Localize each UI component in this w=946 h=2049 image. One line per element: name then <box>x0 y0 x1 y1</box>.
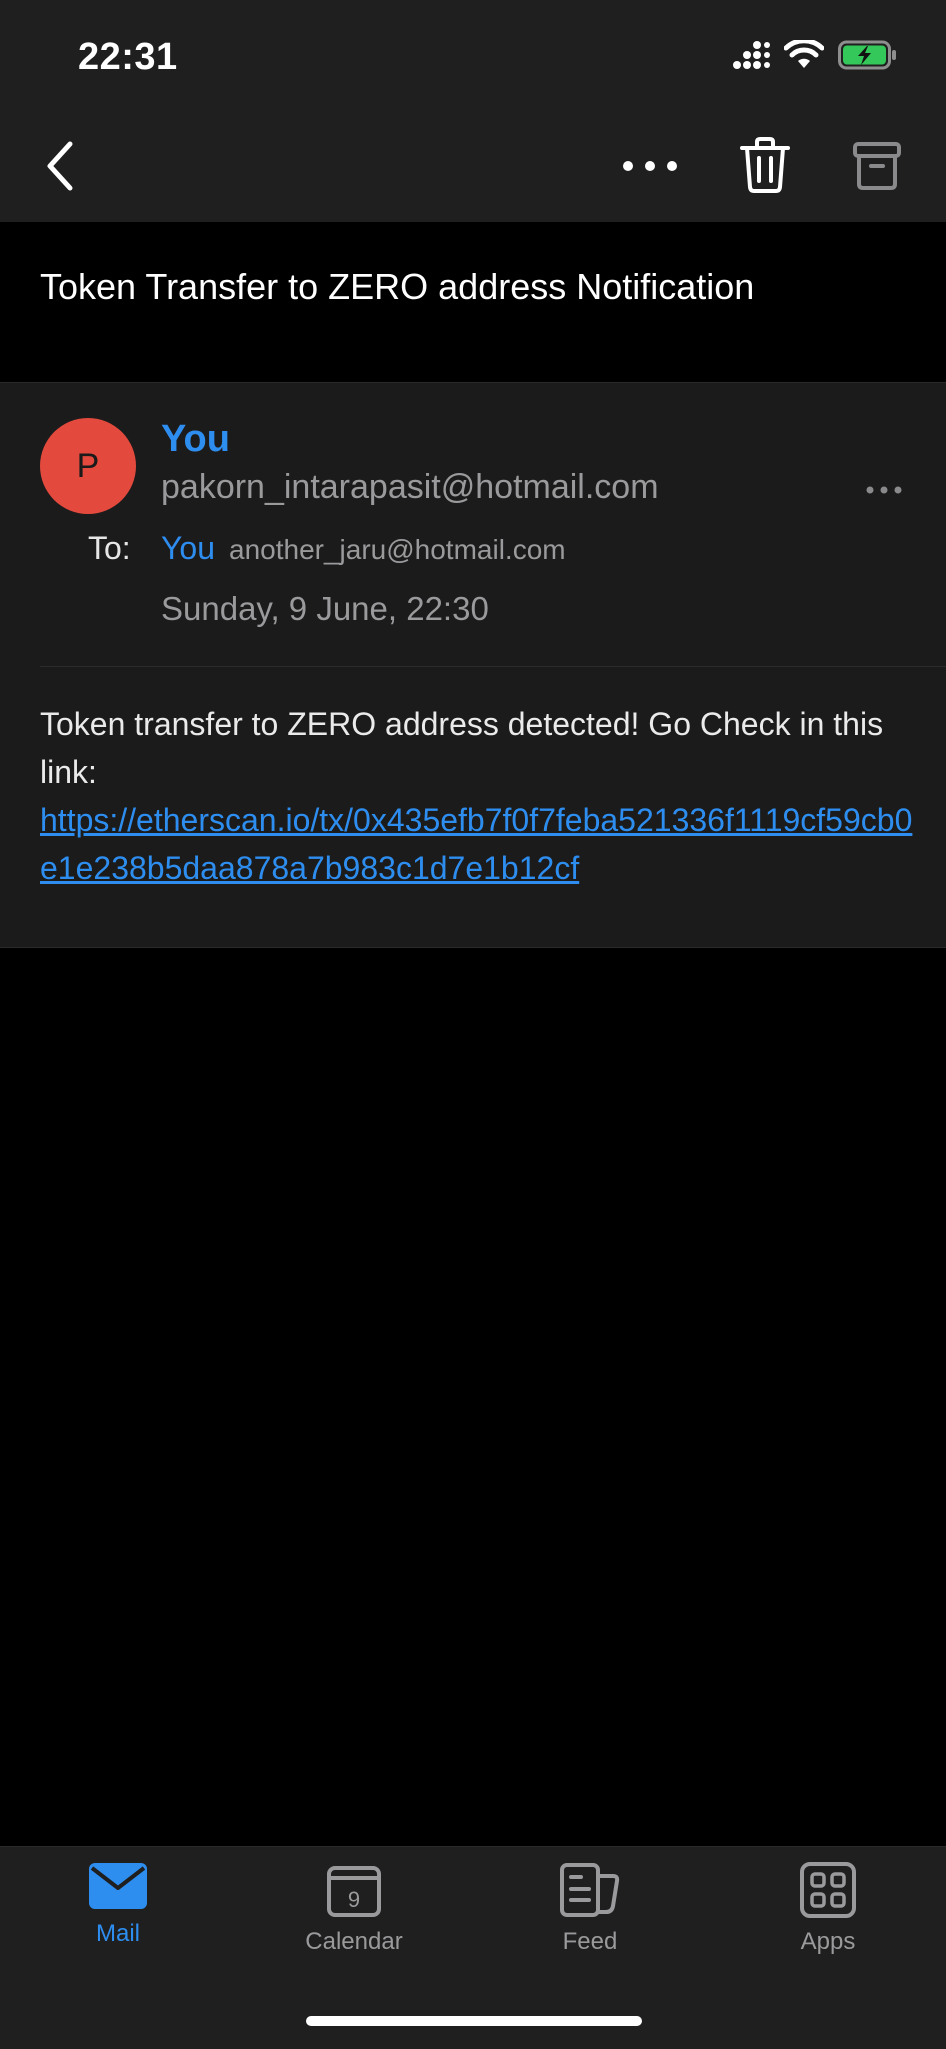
tab-apps[interactable]: Apps <box>748 1862 908 1972</box>
sender-name[interactable]: You <box>161 418 230 461</box>
etherscan-link[interactable]: https://etherscan.io/tx/0x435efb7f0f7feb… <box>40 796 920 892</box>
trash-icon[interactable] <box>738 136 792 194</box>
to-label: To: <box>88 530 131 566</box>
status-icons <box>732 40 898 70</box>
message-date: Sunday, 9 June, 22:30 <box>161 590 489 627</box>
message-body: Token transfer to ZERO address detected!… <box>40 700 920 892</box>
calendar-icon: 9 <box>327 1866 381 1917</box>
tab-label-mail: Mail <box>95 1920 140 1947</box>
divider <box>40 666 946 667</box>
more-options-icon[interactable] <box>620 148 680 184</box>
home-indicator[interactable] <box>306 2016 642 2026</box>
cellular-signal-icon <box>733 41 770 69</box>
recipient-name[interactable]: You <box>161 530 215 567</box>
message-more-icon[interactable] <box>864 478 904 502</box>
sender-email[interactable]: pakorn_intarapasit@hotmail.com <box>161 468 659 507</box>
calendar-day: 9 <box>348 1887 360 1912</box>
feed-icon <box>560 1863 620 1917</box>
status-time: 22:31 <box>78 36 178 78</box>
email-subject: Token Transfer to ZERO address Notificat… <box>40 266 755 307</box>
archive-icon[interactable] <box>852 138 902 192</box>
top-navigation-bar <box>0 0 946 222</box>
avatar-initial: P <box>76 446 100 485</box>
tab-label-calendar: Calendar <box>305 1928 403 1955</box>
back-chevron-icon[interactable] <box>36 136 84 196</box>
tab-label-apps: Apps <box>800 1928 856 1955</box>
mail-icon <box>89 1863 147 1909</box>
body-text: Token transfer to ZERO address detected!… <box>40 706 884 790</box>
recipient-email[interactable]: another_jaru@hotmail.com <box>229 534 566 566</box>
wifi-icon <box>784 40 824 68</box>
avatar[interactable]: P <box>40 418 136 514</box>
apps-icon <box>800 1862 856 1918</box>
battery-charging-icon <box>838 40 896 70</box>
tab-feed[interactable]: Feed <box>510 1862 670 1972</box>
tab-calendar[interactable]: 9 Calendar <box>274 1862 434 1972</box>
tab-label-feed: Feed <box>562 1928 618 1955</box>
tab-mail[interactable]: Mail <box>38 1862 198 1972</box>
